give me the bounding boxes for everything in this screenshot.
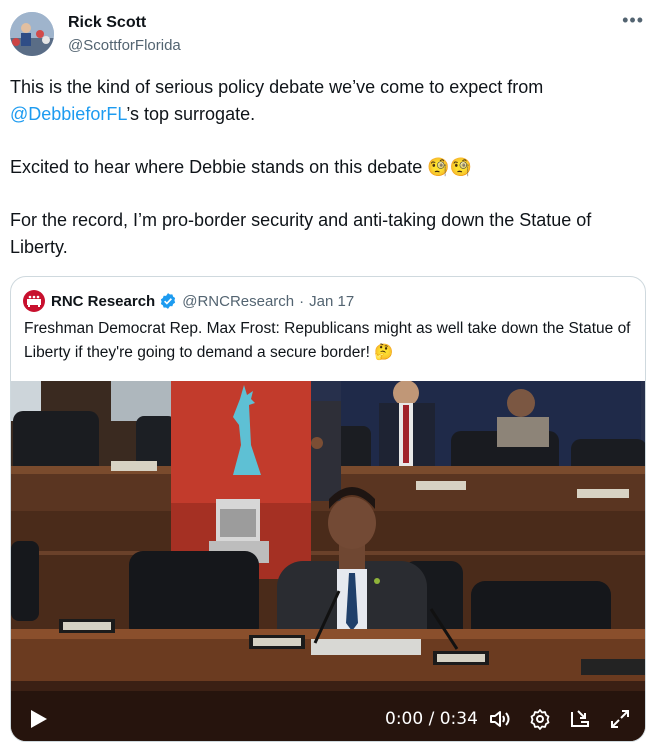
quoted-tweet-text: Freshman Democrat Rep. Max Frost: Republ… [24, 320, 631, 361]
more-icon[interactable]: ••• [622, 11, 644, 29]
video-time: 0:00 / 0:34 [385, 709, 478, 729]
tweet-paragraph-3: For the record, I’m pro-border security … [10, 210, 592, 257]
picture-in-picture-icon[interactable] [568, 707, 592, 731]
quoted-tweet[interactable]: RNC Research @RNCResearch · Jan 17 Fresh… [10, 276, 646, 742]
rnc-logo-icon[interactable] [23, 290, 45, 312]
separator-dot: · [299, 292, 305, 310]
mention-link[interactable]: @DebbieforFL [10, 104, 126, 124]
tweet-text-part: ’s top surrogate. [126, 104, 256, 124]
quoted-date[interactable]: Jan 17 [309, 293, 354, 310]
settings-icon[interactable] [528, 707, 552, 731]
tweet-header: Rick Scott @ScottforFlorida ••• [10, 10, 650, 60]
play-icon[interactable] [27, 708, 49, 730]
tweet-body: This is the kind of serious policy debat… [10, 74, 640, 287]
quoted-tweet-header: RNC Research @RNCResearch · Jan 17 [23, 290, 354, 312]
quoted-author-name[interactable]: RNC Research [51, 293, 155, 310]
verified-badge-icon [161, 293, 176, 309]
author-handle[interactable]: @ScottforFlorida [68, 37, 181, 54]
avatar[interactable] [10, 12, 54, 56]
tweet-text-part: This is the kind of serious policy debat… [10, 77, 544, 97]
volume-icon[interactable] [488, 707, 512, 731]
tweet-paragraph-2: Excited to hear where Debbie stands on t… [10, 157, 473, 177]
video-frame [11, 381, 645, 741]
video-player[interactable]: 0:00 / 0:34 [11, 381, 645, 741]
video-controls: 0:00 / 0:34 [11, 695, 645, 741]
author-name[interactable]: Rick Scott [68, 14, 146, 32]
quoted-author-handle[interactable]: @RNCResearch [182, 293, 294, 310]
fullscreen-icon[interactable] [608, 707, 632, 731]
tweet-paragraph-1: This is the kind of serious policy debat… [10, 74, 640, 128]
